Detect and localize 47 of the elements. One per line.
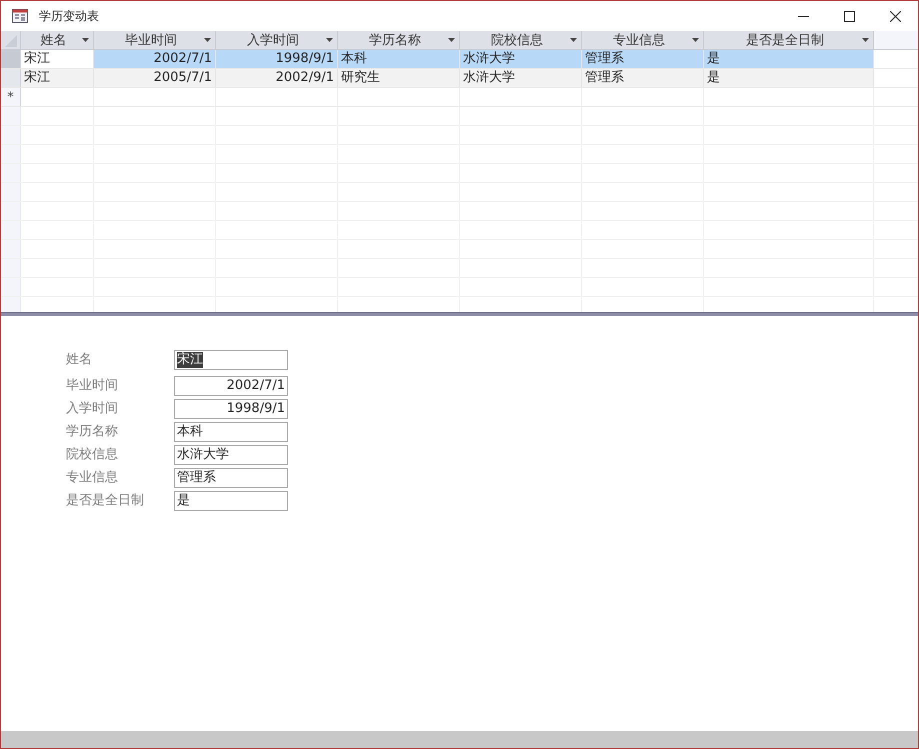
- table-cell: 宋江: [21, 50, 94, 68]
- table-cell: 1998/9/1: [216, 50, 338, 68]
- table-cell: 管理系: [582, 69, 704, 87]
- input-field[interactable]: 水浒大学: [174, 445, 288, 465]
- dropdown-arrow-icon[interactable]: [82, 38, 89, 42]
- field-label: 学历名称: [66, 423, 119, 442]
- row-selector[interactable]: *: [1, 88, 21, 106]
- column-header[interactable]: 毕业时间: [94, 31, 216, 49]
- close-icon[interactable]: [890, 10, 900, 22]
- form-icon: [12, 9, 28, 23]
- maximize-icon[interactable]: [844, 10, 854, 22]
- table-cell: 水浒大学: [460, 50, 582, 68]
- field-label: 专业信息: [66, 469, 119, 488]
- field-label: 姓名: [66, 351, 93, 370]
- field-label: 毕业时间: [66, 377, 119, 396]
- column-header[interactable]: 院校信息: [460, 31, 582, 49]
- input-field[interactable]: 本科: [174, 422, 288, 442]
- input-field[interactable]: 宋江: [174, 350, 288, 370]
- column-header[interactable]: 姓名: [21, 31, 94, 49]
- dropdown-arrow-icon[interactable]: [692, 38, 699, 42]
- window-title: 学历变动表: [39, 8, 99, 25]
- dropdown-arrow-icon[interactable]: [862, 38, 869, 42]
- table-cell: 研究生: [338, 69, 460, 87]
- column-header[interactable]: 学历名称: [338, 31, 460, 49]
- table-cell: 2002/9/1: [216, 69, 338, 87]
- input-field[interactable]: 2002/7/1: [174, 376, 288, 396]
- field-label: 是否是全日制: [66, 492, 145, 510]
- dropdown-arrow-icon[interactable]: [204, 38, 211, 42]
- table-cell: 是: [704, 69, 874, 87]
- table-cell: 本科: [338, 50, 460, 68]
- field-label: 入学时间: [66, 400, 119, 418]
- column-header[interactable]: 入学时间: [216, 31, 338, 49]
- table-cell: 2002/7/1: [94, 50, 216, 68]
- column-header[interactable]: 专业信息: [582, 31, 704, 49]
- new-record-marker: *: [7, 90, 14, 104]
- input-field[interactable]: 是: [174, 491, 288, 511]
- input-field[interactable]: 管理系: [174, 468, 288, 488]
- field-label: 院校信息: [66, 446, 119, 464]
- table-cell: 是: [704, 50, 874, 68]
- input-field[interactable]: 1998/9/1: [174, 399, 288, 419]
- dropdown-arrow-icon[interactable]: [570, 38, 577, 42]
- table-cell: 水浒大学: [460, 69, 582, 87]
- table-cell: 管理系: [582, 50, 704, 68]
- dropdown-arrow-icon[interactable]: [448, 38, 455, 42]
- dropdown-arrow-icon[interactable]: [326, 38, 333, 42]
- table-cell: 宋江: [21, 69, 94, 87]
- table-cell: 2005/7/1: [94, 69, 216, 87]
